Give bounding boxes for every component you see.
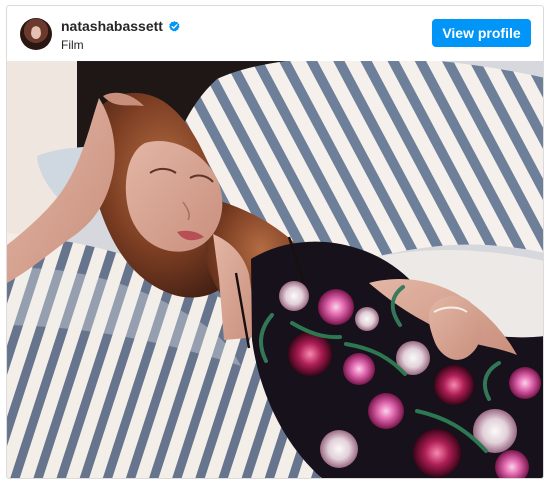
view-profile-button[interactable]: View profile	[432, 19, 531, 47]
avatar-face	[31, 27, 41, 39]
post-photo[interactable]	[7, 61, 543, 478]
username-row: natashabassett	[61, 17, 181, 35]
post-location[interactable]: Film	[61, 38, 181, 52]
post-header: natashabassett Film View profile	[7, 6, 543, 61]
instagram-post-card: natashabassett Film View profile	[6, 5, 544, 479]
verified-badge-icon	[168, 20, 181, 33]
username-link[interactable]: natashabassett	[61, 18, 163, 34]
profile-avatar[interactable]	[20, 18, 52, 50]
user-info: natashabassett Film	[61, 17, 181, 52]
